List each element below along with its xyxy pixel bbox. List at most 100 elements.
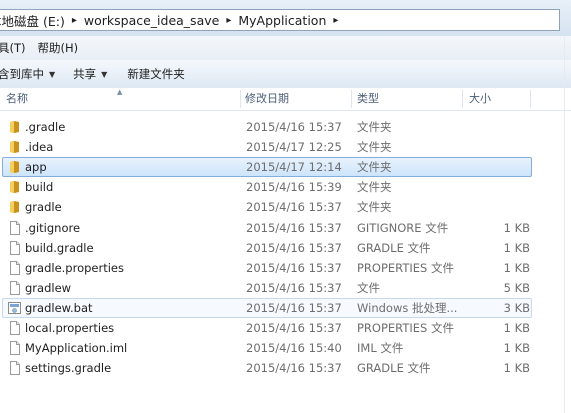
file-row[interactable]: gradle 2015/4/16 15:37 文件夹 <box>2 197 532 217</box>
chevron-down-icon: ▼ <box>49 69 56 79</box>
breadcrumb-drive[interactable]: 本地磁盘 (E:) <box>0 11 68 30</box>
file-date: 2015/4/16 15:37 <box>246 220 342 235</box>
folder-icon <box>8 180 21 194</box>
column-divider[interactable] <box>240 90 241 108</box>
column-header-row: ▲ 名称 修改日期 类型 大小 <box>0 88 571 111</box>
file-name: .gradle <box>25 120 66 134</box>
column-header-name[interactable]: 名称 <box>6 88 28 110</box>
file-type: 文件夹 <box>357 140 392 155</box>
file-size: 1 KB <box>503 240 530 255</box>
file-name: gradle <box>25 200 62 215</box>
file-icon <box>8 321 21 335</box>
batch-file-icon <box>8 301 21 315</box>
file-type: 文件夹 <box>357 160 392 175</box>
column-divider[interactable] <box>351 90 352 108</box>
file-date: 2015/4/16 15:37 <box>246 200 342 215</box>
file-type: IML 文件 <box>357 341 404 356</box>
menu-help[interactable]: 帮助(H) <box>38 40 89 56</box>
file-date: 2015/4/16 15:37 <box>246 260 342 275</box>
new-folder-button[interactable]: 新建文件夹 <box>121 66 191 82</box>
file-date: 2015/4/17 12:14 <box>246 160 342 175</box>
file-name: gradlew.bat <box>25 300 93 315</box>
column-divider[interactable] <box>462 90 463 108</box>
file-date: 2015/4/16 15:37 <box>246 321 342 335</box>
column-header-type[interactable]: 类型 <box>357 88 379 110</box>
new-folder-label: 新建文件夹 <box>127 67 185 81</box>
menu-bar: 具(T) 帮助(H) <box>0 36 571 61</box>
breadcrumb-project[interactable]: MyApplication <box>235 13 329 28</box>
file-name: settings.gradle <box>25 361 112 376</box>
file-type: 文件夹 <box>357 180 392 195</box>
breadcrumb[interactable]: 本地磁盘 (E:) ▸ workspace_idea_save ▸ MyAppl… <box>0 9 560 31</box>
include-in-library-label: 含到库中 <box>0 67 44 81</box>
file-type: GRADLE 文件 <box>357 240 431 255</box>
file-name: app <box>25 160 47 175</box>
file-name: .gitignore <box>25 220 81 235</box>
file-type: PROPERTIES 文件 <box>357 321 454 335</box>
file-date: 2015/4/16 15:37 <box>246 361 342 376</box>
share-button[interactable]: 共享 ▼ <box>67 66 113 82</box>
file-row[interactable]: app 2015/4/17 12:14 文件夹 <box>2 157 532 178</box>
folder-icon <box>8 200 21 214</box>
file-name: gradle.properties <box>25 260 124 275</box>
file-type: 文件夹 <box>357 120 392 134</box>
file-row[interactable]: gradlew.bat 2015/4/16 15:37 Windows 批处理...… <box>2 297 532 318</box>
file-type: 文件夹 <box>357 200 392 215</box>
file-size: 1 KB <box>503 220 530 235</box>
file-name: .idea <box>25 140 54 155</box>
breadcrumb-separator-icon[interactable]: ▸ <box>222 15 235 26</box>
file-date: 2015/4/16 15:40 <box>246 341 342 356</box>
breadcrumb-separator-icon[interactable]: ▸ <box>68 15 81 26</box>
file-row[interactable]: MyApplication.iml 2015/4/16 15:40 IML 文件 1 … <box>2 338 532 358</box>
file-row[interactable]: gradlew 2015/4/16 15:37 文件 5 KB <box>2 278 532 298</box>
address-bar: 本地磁盘 (E:) ▸ workspace_idea_save ▸ MyAppl… <box>0 0 571 36</box>
include-in-library-button[interactable]: 含到库中 ▼ <box>0 66 61 82</box>
breadcrumb-separator-icon[interactable]: ▸ <box>329 15 342 26</box>
file-icon <box>8 260 21 275</box>
file-size: 5 KB <box>503 280 530 295</box>
file-row[interactable]: settings.gradle 2015/4/16 15:37 GRADLE 文件 1… <box>2 358 532 378</box>
file-size: 3 KB <box>503 300 530 315</box>
file-date: 2015/4/17 12:25 <box>246 140 342 155</box>
command-toolbar: 含到库中 ▼ 共享 ▼ 新建文件夹 <box>0 60 571 89</box>
file-type: Windows 批处理... <box>357 300 458 315</box>
file-row[interactable]: .gitignore 2015/4/16 15:37 GITIGNORE 文件 1 K… <box>2 218 532 238</box>
file-row[interactable]: gradle.properties 2015/4/16 15:37 PROPERTI… <box>2 258 532 278</box>
file-type: 文件 <box>357 280 380 295</box>
column-header-date[interactable]: 修改日期 <box>245 88 289 110</box>
folder-icon <box>8 160 21 174</box>
file-icon <box>8 341 21 356</box>
file-name: MyApplication.iml <box>25 341 128 356</box>
file-date: 2015/4/16 15:37 <box>246 240 342 255</box>
file-name: local.properties <box>25 321 115 335</box>
file-row[interactable]: build 2015/4/16 15:39 文件夹 <box>2 177 532 197</box>
file-size: 1 KB <box>503 321 530 335</box>
folder-icon <box>8 140 21 154</box>
file-row[interactable]: .gradle 2015/4/16 15:37 文件夹 <box>2 117 532 137</box>
menu-tools[interactable]: 具(T) <box>0 40 38 56</box>
file-icon <box>8 280 21 295</box>
file-size: 1 KB <box>503 260 530 275</box>
breadcrumb-workspace[interactable]: workspace_idea_save <box>81 13 222 28</box>
window-edge <box>564 36 565 413</box>
file-type: GRADLE 文件 <box>357 361 431 376</box>
file-icon <box>8 220 21 235</box>
file-row[interactable]: .idea 2015/4/17 12:25 文件夹 <box>2 137 532 157</box>
column-divider[interactable] <box>530 90 531 108</box>
file-icon <box>8 240 21 255</box>
folder-icon <box>8 120 21 134</box>
file-row[interactable]: local.properties 2015/4/16 15:37 PROPERTIE… <box>2 318 532 338</box>
file-date: 2015/4/16 15:37 <box>246 280 342 295</box>
file-row[interactable]: build.gradle 2015/4/16 15:37 GRADLE 文件 1 KB <box>2 238 532 258</box>
file-date: 2015/4/16 15:39 <box>246 180 342 195</box>
file-size: 1 KB <box>503 361 530 376</box>
column-header-size[interactable]: 大小 <box>469 88 491 110</box>
file-date: 2015/4/16 15:37 <box>246 120 342 134</box>
file-name: build.gradle <box>25 240 94 255</box>
file-size: 1 KB <box>503 341 530 356</box>
file-name: build <box>25 180 54 195</box>
file-type: GITIGNORE 文件 <box>357 220 449 235</box>
file-name: gradlew <box>25 280 72 295</box>
share-label: 共享 <box>73 67 97 81</box>
file-icon <box>8 361 21 376</box>
